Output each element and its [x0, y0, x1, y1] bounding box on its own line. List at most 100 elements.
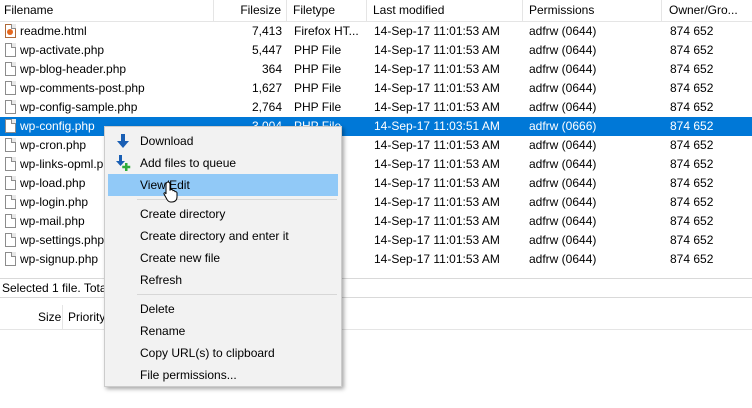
- file-list-header: ^ Filename Filesize Filetype Last modifi…: [0, 0, 752, 22]
- column-last-modified[interactable]: Last modified: [367, 0, 523, 21]
- menu-item-create-directory-enter[interactable]: Create directory and enter it: [108, 225, 338, 247]
- status-text: Selected 1 file. Total: [2, 281, 110, 295]
- html-file-icon: [5, 24, 16, 38]
- menu-item-rename[interactable]: Rename: [108, 320, 338, 342]
- file-type: PHP File: [294, 43, 342, 57]
- file-modified: 14-Sep-17 11:01:53 AM: [374, 100, 500, 114]
- file-owner: 874 652: [670, 119, 714, 133]
- file-perms: adfrw (0644): [529, 62, 597, 76]
- file-icon: [5, 100, 16, 114]
- menu-item-view-edit[interactable]: View/Edit: [108, 174, 338, 196]
- column-filetype[interactable]: Filetype: [287, 0, 367, 21]
- file-icon: [5, 43, 16, 57]
- file-modified: 14-Sep-17 11:01:53 AM: [374, 157, 500, 171]
- file-icon: [5, 214, 16, 228]
- file-perms: adfrw (0644): [529, 252, 597, 266]
- file-modified: 14-Sep-17 11:01:53 AM: [374, 252, 500, 266]
- file-owner: 874 652: [670, 62, 714, 76]
- menu-item-create-directory[interactable]: Create directory: [108, 203, 338, 225]
- file-owner: 874 652: [670, 214, 714, 228]
- file-row[interactable]: wp-comments-post.php 1,627 PHP File 14-Sep-…: [0, 79, 752, 98]
- file-modified: 14-Sep-17 11:01:53 AM: [374, 233, 500, 247]
- file-icon: [5, 119, 16, 133]
- file-size: 7,413: [251, 24, 282, 38]
- file-owner: 874 652: [670, 233, 714, 247]
- menu-item-label: Delete: [140, 302, 175, 316]
- file-icon: [5, 62, 16, 76]
- file-size: 5,447: [251, 43, 282, 57]
- download-icon: [117, 134, 129, 148]
- file-type: PHP File: [294, 81, 342, 95]
- file-name: wp-comments-post.php: [20, 81, 145, 95]
- file-row[interactable]: wp-activate.php 5,447 PHP File 14-Sep-17 11…: [0, 41, 752, 60]
- file-owner: 874 652: [670, 252, 714, 266]
- file-name: wp-activate.php: [20, 43, 105, 57]
- menu-item-create-new-file[interactable]: Create new file: [108, 247, 338, 269]
- file-icon: [5, 233, 16, 247]
- file-modified: 14-Sep-17 11:01:53 AM: [374, 214, 500, 228]
- file-size: 364: [261, 62, 282, 76]
- menu-item-refresh[interactable]: Refresh: [108, 269, 338, 291]
- file-row[interactable]: readme.html 7,413 Firefox HT... 14-Sep-17 1…: [0, 22, 752, 41]
- column-filesize[interactable]: Filesize: [214, 0, 287, 21]
- file-modified: 14-Sep-17 11:01:53 AM: [374, 62, 500, 76]
- file-type: Firefox HT...: [294, 24, 359, 38]
- menu-item-label: File permissions...: [140, 368, 237, 382]
- file-type: PHP File: [294, 100, 342, 114]
- menu-item-label: Copy URL(s) to clipboard: [140, 346, 275, 360]
- file-type: PHP File: [294, 62, 342, 76]
- file-name: wp-config-sample.php: [20, 100, 138, 114]
- file-owner: 874 652: [670, 195, 714, 209]
- file-modified: 14-Sep-17 11:01:53 AM: [374, 81, 500, 95]
- file-perms: adfrw (0644): [529, 138, 597, 152]
- file-name: wp-blog-header.php: [20, 62, 127, 76]
- file-perms: adfrw (0644): [529, 195, 597, 209]
- file-modified: 14-Sep-17 11:03:51 AM: [374, 119, 500, 133]
- file-modified: 14-Sep-17 11:01:53 AM: [374, 43, 500, 57]
- file-perms: adfrw (0644): [529, 233, 597, 247]
- menu-item-label: Rename: [140, 324, 186, 338]
- queue-column-size[interactable]: Size: [33, 305, 63, 329]
- column-permissions[interactable]: Permissions: [523, 0, 662, 21]
- file-perms: adfrw (0644): [529, 176, 597, 190]
- file-size: 2,764: [251, 100, 282, 114]
- file-icon: [5, 195, 16, 209]
- file-perms: adfrw (0644): [529, 214, 597, 228]
- file-owner: 874 652: [670, 138, 714, 152]
- file-row[interactable]: wp-blog-header.php 364 PHP File 14-Sep-17 1…: [0, 60, 752, 79]
- menu-item-label: Add files to queue: [140, 156, 237, 170]
- add-to-queue-icon: [116, 155, 131, 171]
- menu-item-file-permissions[interactable]: File permissions...: [108, 364, 338, 386]
- file-modified: 14-Sep-17 11:01:53 AM: [374, 195, 500, 209]
- menu-item-delete[interactable]: Delete: [108, 298, 338, 320]
- file-icon: [5, 252, 16, 266]
- file-perms: adfrw (0644): [529, 81, 597, 95]
- file-perms: adfrw (0666): [529, 119, 597, 133]
- menu-item-add-to-queue[interactable]: Add files to queue: [108, 152, 338, 174]
- file-size: 1,627: [251, 81, 282, 95]
- menu-separator: [137, 294, 337, 295]
- menu-item-download[interactable]: Download: [108, 130, 338, 152]
- file-modified: 14-Sep-17 11:01:53 AM: [374, 176, 500, 190]
- file-modified: 14-Sep-17 11:01:53 AM: [374, 24, 500, 38]
- file-perms: adfrw (0644): [529, 43, 597, 57]
- file-icon: [5, 138, 16, 152]
- file-owner: 874 652: [670, 176, 714, 190]
- file-owner: 874 652: [670, 100, 714, 114]
- menu-item-label: Refresh: [140, 273, 183, 287]
- menu-item-copy-url[interactable]: Copy URL(s) to clipboard: [108, 342, 338, 364]
- file-perms: adfrw (0644): [529, 24, 597, 38]
- column-filename[interactable]: Filename: [0, 0, 214, 21]
- file-modified: 14-Sep-17 11:01:53 AM: [374, 138, 500, 152]
- file-icon: [5, 81, 16, 95]
- context-menu: Download Add files to queue View/Edit Cr…: [104, 126, 342, 387]
- file-icon: [5, 157, 16, 171]
- menu-item-label: Download: [140, 134, 194, 148]
- file-row[interactable]: wp-config-sample.php 2,764 PHP File 14-Sep-…: [0, 98, 752, 117]
- file-owner: 874 652: [670, 157, 714, 171]
- menu-item-label: Create directory: [140, 207, 226, 221]
- menu-item-label: Create new file: [140, 251, 221, 265]
- column-owner-group[interactable]: Owner/Gro...: [662, 0, 752, 21]
- menu-item-label: Create directory and enter it: [140, 229, 289, 243]
- mouse-cursor-icon: [163, 181, 178, 203]
